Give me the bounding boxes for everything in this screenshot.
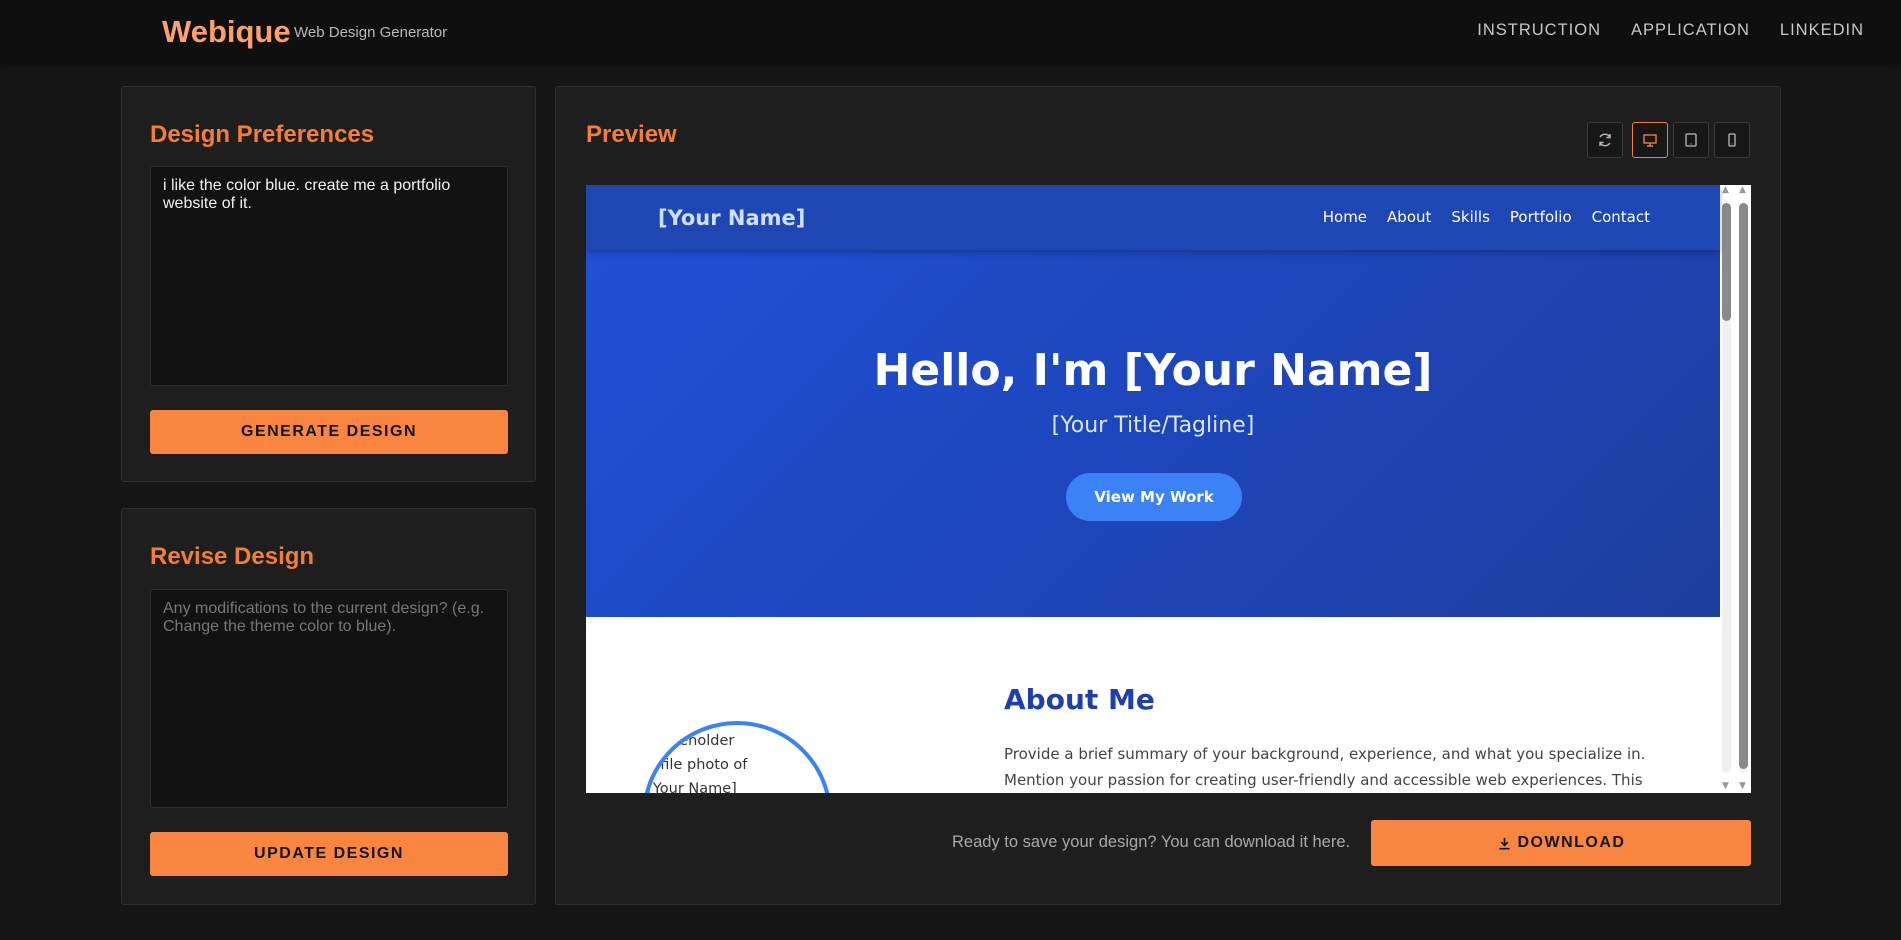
revise-design-panel: Revise Design UPDATE DESIGN bbox=[121, 508, 536, 905]
scroll-track-2[interactable] bbox=[1739, 203, 1748, 773]
hero-subtitle: [Your Title/Tagline] bbox=[1051, 413, 1255, 438]
site-link-portfolio[interactable]: Portfolio bbox=[1510, 208, 1572, 226]
preview-scrollbar[interactable]: ▲ ▲ ▼ ▼ bbox=[1720, 185, 1751, 793]
scroll-track[interactable] bbox=[1722, 203, 1731, 773]
design-preferences-title: Design Preferences bbox=[150, 121, 375, 148]
top-nav: INSTRUCTION APPLICATION LINKEDIN bbox=[1477, 21, 1864, 40]
download-label: DOWNLOAD bbox=[1517, 834, 1626, 851]
top-bar: Webique Web Design Generator INSTRUCTION… bbox=[0, 0, 1901, 62]
about-title: About Me bbox=[1004, 683, 1155, 716]
site-about-section: Placeholder profile photo of [Your Name]… bbox=[586, 617, 1720, 793]
update-design-button[interactable]: UPDATE DESIGN bbox=[150, 832, 508, 876]
desktop-view-button[interactable] bbox=[1632, 122, 1668, 158]
design-preferences-panel: Design Preferences i like the color blue… bbox=[121, 86, 536, 482]
hero-title: Hello, I'm [Your Name] bbox=[873, 345, 1433, 396]
about-text: Provide a brief summary of your backgrou… bbox=[1004, 745, 1646, 789]
preview-frame[interactable]: [Your Name] Home About Skills Portfolio … bbox=[586, 185, 1751, 793]
tablet-icon bbox=[1685, 133, 1697, 147]
site-hero: Hello, I'm [Your Name] [Your Title/Tagli… bbox=[586, 250, 1720, 617]
generate-design-button[interactable]: GENERATE DESIGN bbox=[150, 410, 508, 454]
mobile-view-button[interactable] bbox=[1714, 122, 1750, 158]
scroll-up-arrow-2[interactable]: ▲ bbox=[1739, 185, 1746, 195]
scroll-thumb-2[interactable] bbox=[1739, 203, 1748, 769]
revise-design-input[interactable] bbox=[150, 589, 508, 808]
revise-design-title: Revise Design bbox=[150, 543, 315, 570]
tablet-view-button[interactable] bbox=[1673, 122, 1709, 158]
site-navbar: [Your Name] Home About Skills Portfolio … bbox=[586, 185, 1720, 250]
nav-instruction[interactable]: INSTRUCTION bbox=[1477, 21, 1601, 40]
site-link-home[interactable]: Home bbox=[1323, 208, 1367, 226]
site-link-contact[interactable]: Contact bbox=[1592, 208, 1650, 226]
site-link-about[interactable]: About bbox=[1387, 208, 1431, 226]
site-link-skills[interactable]: Skills bbox=[1451, 208, 1490, 226]
nav-linkedin[interactable]: LINKEDIN bbox=[1780, 21, 1864, 40]
design-preferences-input[interactable]: i like the color blue. create me a portf… bbox=[150, 166, 508, 386]
refresh-button[interactable] bbox=[1587, 122, 1623, 158]
scroll-down-arrow[interactable]: ▼ bbox=[1722, 781, 1729, 791]
view-my-work-button[interactable]: View My Work bbox=[1066, 473, 1242, 521]
scroll-down-arrow-2[interactable]: ▼ bbox=[1739, 781, 1746, 791]
brand-tagline: Web Design Generator bbox=[294, 24, 448, 41]
site-nav-links: Home About Skills Portfolio Contact bbox=[1323, 208, 1650, 226]
profile-photo: Placeholder profile photo of [Your Name] bbox=[642, 721, 832, 793]
brand-logo[interactable]: Webique bbox=[162, 14, 291, 50]
scroll-thumb[interactable] bbox=[1722, 203, 1731, 321]
refresh-icon bbox=[1599, 133, 1611, 147]
site-brand[interactable]: [Your Name] bbox=[658, 206, 805, 230]
download-icon bbox=[1498, 837, 1510, 849]
download-button[interactable]: DOWNLOAD bbox=[1371, 820, 1751, 866]
desktop-icon bbox=[1643, 134, 1657, 147]
preview-title: Preview bbox=[586, 121, 677, 148]
profile-photo-alt-text: Placeholder profile photo of [Your Name] bbox=[642, 733, 748, 793]
download-message: Ready to save your design? You can downl… bbox=[952, 833, 1351, 851]
mobile-icon bbox=[1728, 133, 1736, 147]
nav-application[interactable]: APPLICATION bbox=[1631, 21, 1750, 40]
scroll-up-arrow[interactable]: ▲ bbox=[1722, 185, 1729, 195]
